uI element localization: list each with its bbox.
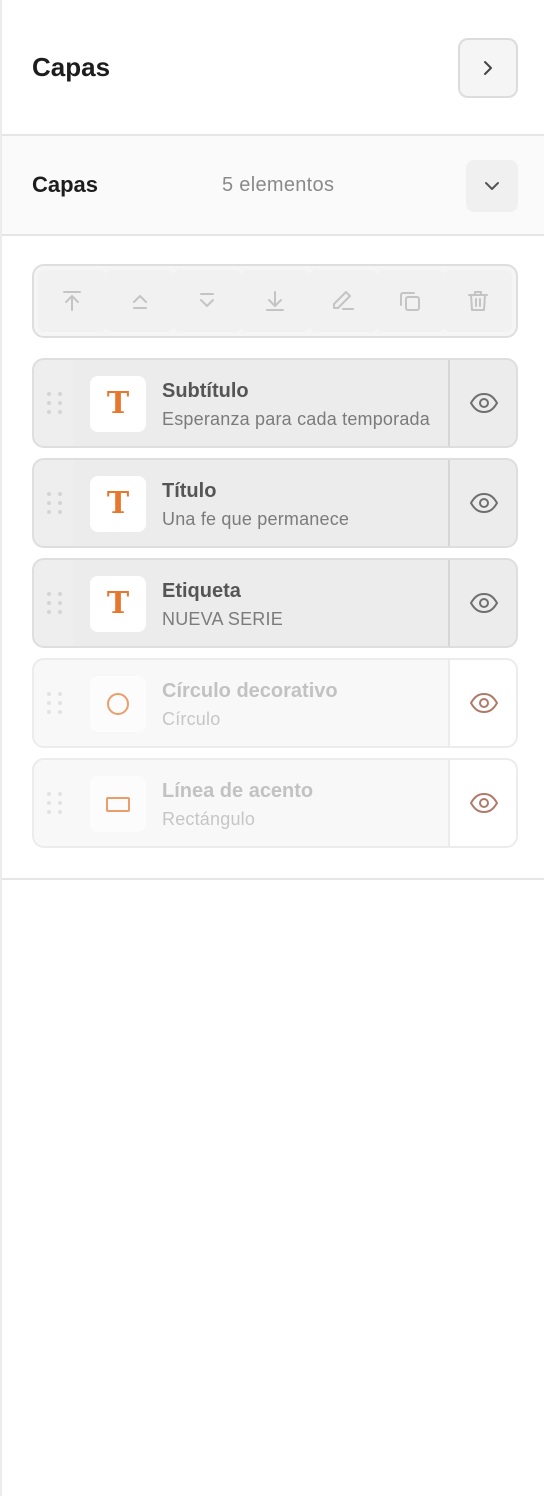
layer-item-subtitulo[interactable]: T Subtítulo Esperanza para cada temporad… bbox=[32, 358, 518, 448]
toggle-visibility-button[interactable] bbox=[448, 560, 516, 646]
arrow-to-top-icon bbox=[62, 291, 81, 311]
send-to-back-button[interactable] bbox=[241, 270, 309, 332]
chevron-down-icon bbox=[485, 182, 499, 190]
section-title: Capas bbox=[32, 172, 99, 197]
layer-name: Círculo decorativo bbox=[162, 680, 338, 702]
section-toggle-button[interactable] bbox=[466, 160, 518, 212]
bring-forward-button[interactable] bbox=[105, 270, 174, 332]
layer-item-circulo-decorativo[interactable]: Círculo decorativo Círculo bbox=[32, 658, 518, 748]
eye-icon bbox=[469, 792, 499, 814]
eye-icon bbox=[469, 592, 499, 614]
layer-body[interactable]: T Título Una fe que permanece bbox=[74, 460, 448, 546]
toggle-visibility-button[interactable] bbox=[448, 460, 516, 546]
drag-handle-icon[interactable] bbox=[34, 660, 74, 746]
text-layer-icon: T bbox=[90, 576, 146, 632]
layer-description: Círculo bbox=[162, 709, 221, 729]
layer-toolbar bbox=[32, 264, 518, 338]
rename-button[interactable] bbox=[308, 270, 377, 332]
list-divider bbox=[2, 878, 544, 880]
drag-handle-icon[interactable] bbox=[34, 460, 74, 546]
collapse-panel-button[interactable] bbox=[458, 38, 518, 98]
chevron-down-double-icon bbox=[200, 293, 215, 307]
trash-icon bbox=[468, 291, 489, 311]
toggle-visibility-button[interactable] bbox=[448, 760, 516, 846]
text-layer-icon: T bbox=[90, 376, 146, 432]
layer-body[interactable]: Línea de acento Rectángulo bbox=[74, 760, 448, 846]
eye-icon bbox=[469, 692, 499, 714]
layer-item-titulo[interactable]: T Título Una fe que permanece bbox=[32, 458, 518, 548]
layer-body[interactable]: T Etiqueta NUEVA SERIE bbox=[74, 560, 448, 646]
layers-section-header[interactable]: Capas 5 elementos bbox=[2, 136, 544, 236]
arrow-to-bottom-icon bbox=[266, 291, 285, 311]
layer-description: NUEVA SERIE bbox=[162, 609, 283, 629]
layer-name: Etiqueta bbox=[162, 580, 241, 602]
layer-item-linea-de-acento[interactable]: Línea de acento Rectángulo bbox=[32, 758, 518, 848]
layer-item-etiqueta[interactable]: T Etiqueta NUEVA SERIE bbox=[32, 558, 518, 648]
bring-to-front-button[interactable] bbox=[38, 270, 106, 332]
layer-name: Línea de acento bbox=[162, 780, 314, 802]
eye-icon bbox=[469, 392, 499, 414]
chevron-right-icon bbox=[484, 61, 492, 75]
layer-count: 5 elementos bbox=[222, 174, 335, 196]
chevron-up-icon bbox=[132, 295, 147, 309]
layer-body[interactable]: Círculo decorativo Círculo bbox=[74, 660, 448, 746]
toggle-visibility-button[interactable] bbox=[448, 660, 516, 746]
layer-name: Título bbox=[162, 480, 217, 502]
eye-icon bbox=[469, 492, 499, 514]
drag-handle-icon[interactable] bbox=[34, 560, 74, 646]
panel-header: Capas bbox=[2, 0, 544, 136]
layer-description: Una fe que permanece bbox=[162, 509, 350, 529]
toggle-visibility-button[interactable] bbox=[448, 360, 516, 446]
layer-description: Rectángulo bbox=[162, 809, 256, 829]
circle-shape-icon bbox=[90, 676, 146, 732]
copy-icon bbox=[400, 292, 421, 311]
layer-description: Esperanza para cada temporada bbox=[162, 409, 430, 429]
duplicate-button[interactable] bbox=[376, 270, 445, 332]
text-layer-icon: T bbox=[90, 476, 146, 532]
delete-button[interactable] bbox=[444, 270, 513, 332]
send-backward-button[interactable] bbox=[173, 270, 242, 332]
layer-name: Subtítulo bbox=[162, 380, 249, 402]
pencil-icon bbox=[332, 291, 354, 310]
layer-body[interactable]: T Subtítulo Esperanza para cada temporad… bbox=[74, 360, 448, 446]
rectangle-shape-icon bbox=[90, 776, 146, 832]
layers-panel: Capas Capas 5 elementos T Subtítulo Espe… bbox=[0, 0, 544, 1496]
panel-title: Capas bbox=[32, 52, 111, 82]
drag-handle-icon[interactable] bbox=[34, 360, 74, 446]
drag-handle-icon[interactable] bbox=[34, 760, 74, 846]
